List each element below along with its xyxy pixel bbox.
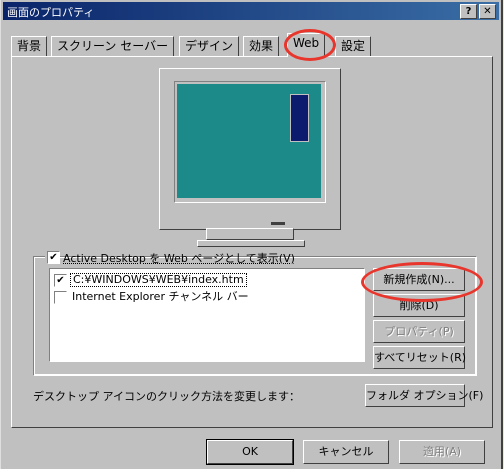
cancel-button[interactable]: キャンセル xyxy=(303,440,389,464)
list-item-checkbox[interactable]: ✔ xyxy=(54,274,67,287)
tab-screensaver[interactable]: スクリーン セーバー xyxy=(51,36,175,56)
desktop-preview-screen xyxy=(177,84,321,198)
close-button[interactable]: ✕ xyxy=(479,4,496,19)
click-method-hint: デスクトップ アイコンのクリック方法を変更します： xyxy=(33,390,300,403)
display-properties-dialog: 画面のプロパティ ? ✕ 背景 スクリーン セーバー デザイン 効果 Web 設… xyxy=(0,0,503,469)
folder-options-button[interactable]: フォルダ オプション(F) xyxy=(365,384,483,407)
monitor-bezel xyxy=(174,81,326,203)
new-button[interactable]: 新規作成(N)... xyxy=(373,268,465,291)
tab-effects[interactable]: 効果 xyxy=(243,36,280,56)
monitor-stand xyxy=(206,228,294,240)
list-item-checkbox[interactable] xyxy=(54,291,67,304)
list-item-label: C:¥WINDOWS¥WEB¥index.htm xyxy=(70,273,247,287)
tab-appearance[interactable]: デザイン xyxy=(179,36,240,56)
monitor-power-led xyxy=(271,222,285,225)
title-bar: 画面のプロパティ ? ✕ xyxy=(3,2,499,20)
channel-bar-preview xyxy=(290,94,309,142)
monitor-base xyxy=(197,240,305,247)
tab-background[interactable]: 背景 xyxy=(11,36,48,56)
active-desktop-checkbox[interactable]: ✔ xyxy=(47,251,60,264)
delete-button[interactable]: 削除(D) xyxy=(373,294,465,317)
list-item-label: Internet Explorer チャンネル バー xyxy=(72,290,249,303)
reset-all-button[interactable]: すべてリセット(R) xyxy=(373,346,466,369)
active-desktop-checkbox-row[interactable]: ✔ Active Desktop を Web ページとして表示(V) xyxy=(45,250,295,265)
apply-button[interactable]: 適用(A) xyxy=(399,440,485,464)
tab-web[interactable]: Web xyxy=(287,33,326,57)
properties-button[interactable]: プロパティ(P) xyxy=(373,320,465,343)
ok-button[interactable]: OK xyxy=(206,439,294,465)
tab-settings[interactable]: 設定 xyxy=(335,36,372,56)
window-title: 画面のプロパティ xyxy=(7,6,95,19)
help-button[interactable]: ? xyxy=(460,4,477,19)
monitor-preview xyxy=(159,68,341,230)
active-desktop-label[interactable]: Active Desktop を Web ページとして表示(V) xyxy=(63,250,295,266)
web-items-list[interactable]: ✔ C:¥WINDOWS¥WEB¥index.htm Internet Expl… xyxy=(49,268,365,362)
